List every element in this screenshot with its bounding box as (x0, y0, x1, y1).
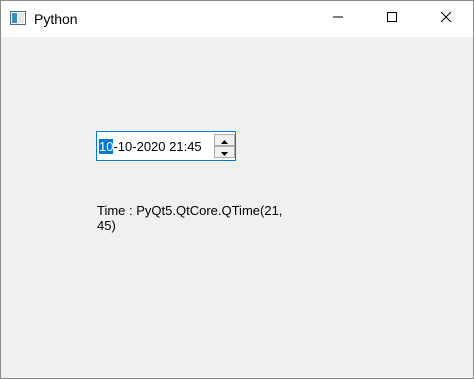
title-bar[interactable]: Python (1, 1, 473, 37)
close-button[interactable] (423, 1, 469, 37)
maximize-icon (386, 10, 398, 28)
window-title: Python (34, 11, 78, 27)
datetime-edit[interactable]: 10-10-2020 21:45 (96, 131, 236, 161)
spin-down-button[interactable] (214, 146, 235, 158)
python-window-icon (10, 11, 26, 25)
time-label-line1: Time : PyQt5.QtCore.QTime(21, (97, 203, 283, 218)
time-label: Time : PyQt5.QtCore.QTime(21, 45) (97, 203, 297, 233)
arrow-down-icon (221, 143, 228, 161)
datetime-edit-text[interactable]: 10-10-2020 21:45 (99, 139, 202, 155)
minimize-button[interactable] (315, 1, 361, 37)
minimize-icon (332, 10, 344, 28)
datetime-spin-buttons (214, 134, 235, 158)
maximize-button[interactable] (369, 1, 415, 37)
window-client-area: 10-10-2020 21:45 Time : PyQt5.QtCore.QTi… (1, 37, 473, 378)
time-label-line2: 45) (97, 218, 116, 233)
close-icon (440, 10, 452, 28)
datetime-rest-text[interactable]: -10-2020 21:45 (113, 139, 201, 154)
datetime-selected-section[interactable]: 10 (99, 139, 114, 154)
app-window: Python 10-10-2020 21:45 Time: PyQt5.QtC… (0, 0, 474, 379)
